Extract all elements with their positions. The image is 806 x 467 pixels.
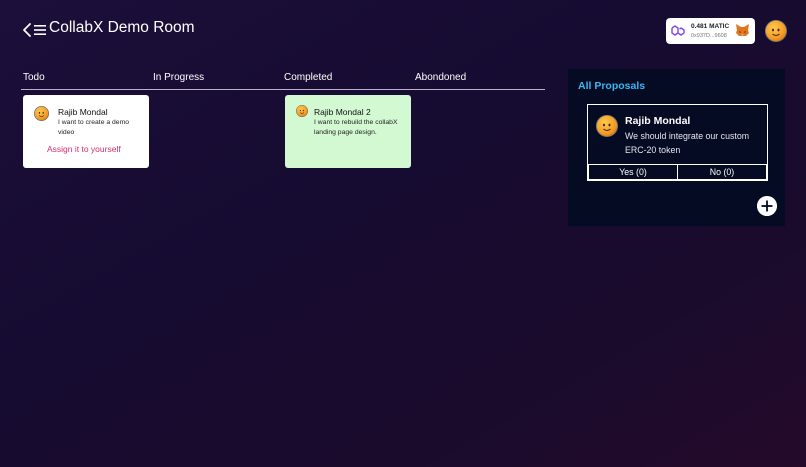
column-todo: Todo xyxy=(23,72,45,83)
hamburger-menu-icon[interactable] xyxy=(34,24,46,36)
proposal-text: We should integrate our custom ERC-20 to… xyxy=(625,131,750,155)
metamask-fox-icon xyxy=(736,24,749,36)
avatar xyxy=(34,106,49,121)
assign-to-self-link[interactable]: Assign it to yourself xyxy=(47,144,121,154)
card-description: I want to rebuild the collabX landing pa… xyxy=(314,119,398,136)
card-author: Rajib Mondal 2 xyxy=(314,107,371,117)
vote-no-button[interactable]: No (0) xyxy=(677,165,766,179)
column-completed: Completed xyxy=(284,72,333,83)
vote-buttons: Yes (0) No (0) xyxy=(588,164,767,180)
page-title: CollabX Demo Room xyxy=(49,19,195,36)
vote-yes-button[interactable]: Yes (0) xyxy=(589,165,677,179)
column-abandoned: Abondoned xyxy=(415,72,467,83)
proposals-panel: All Proposals Rajib Mondal We should int… xyxy=(568,69,785,226)
card-description: I want to create a demo video xyxy=(58,119,130,136)
card-author: Rajib Mondal xyxy=(58,107,108,117)
chevron-left-icon[interactable] xyxy=(21,22,33,38)
top-bar: CollabX Demo Room 0.481 MATIC 0x937D...9… xyxy=(0,0,806,60)
avatar xyxy=(596,115,618,137)
wallet-button[interactable]: 0.481 MATIC 0x937D...9608 xyxy=(666,18,755,44)
user-avatar[interactable] xyxy=(765,20,787,42)
wallet-address: 0x937D...9608 xyxy=(691,33,727,39)
proposal-author: Rajib Mondal xyxy=(625,115,691,127)
wallet-balance: 0.481 MATIC xyxy=(691,23,730,30)
add-proposal-button[interactable] xyxy=(757,196,777,216)
task-card[interactable]: Rajib Mondal 2 I want to rebuild the col… xyxy=(285,95,411,168)
task-card[interactable]: Rajib Mondal I want to create a demo vid… xyxy=(23,95,149,168)
proposals-title: All Proposals xyxy=(578,80,646,92)
proposal-card: Rajib Mondal We should integrate our cus… xyxy=(587,104,768,181)
avatar xyxy=(296,105,308,117)
board-column-headers: Todo In Progress Completed Abondoned xyxy=(21,68,545,90)
column-in-progress: In Progress xyxy=(153,72,205,83)
polygon-icon xyxy=(671,25,685,36)
